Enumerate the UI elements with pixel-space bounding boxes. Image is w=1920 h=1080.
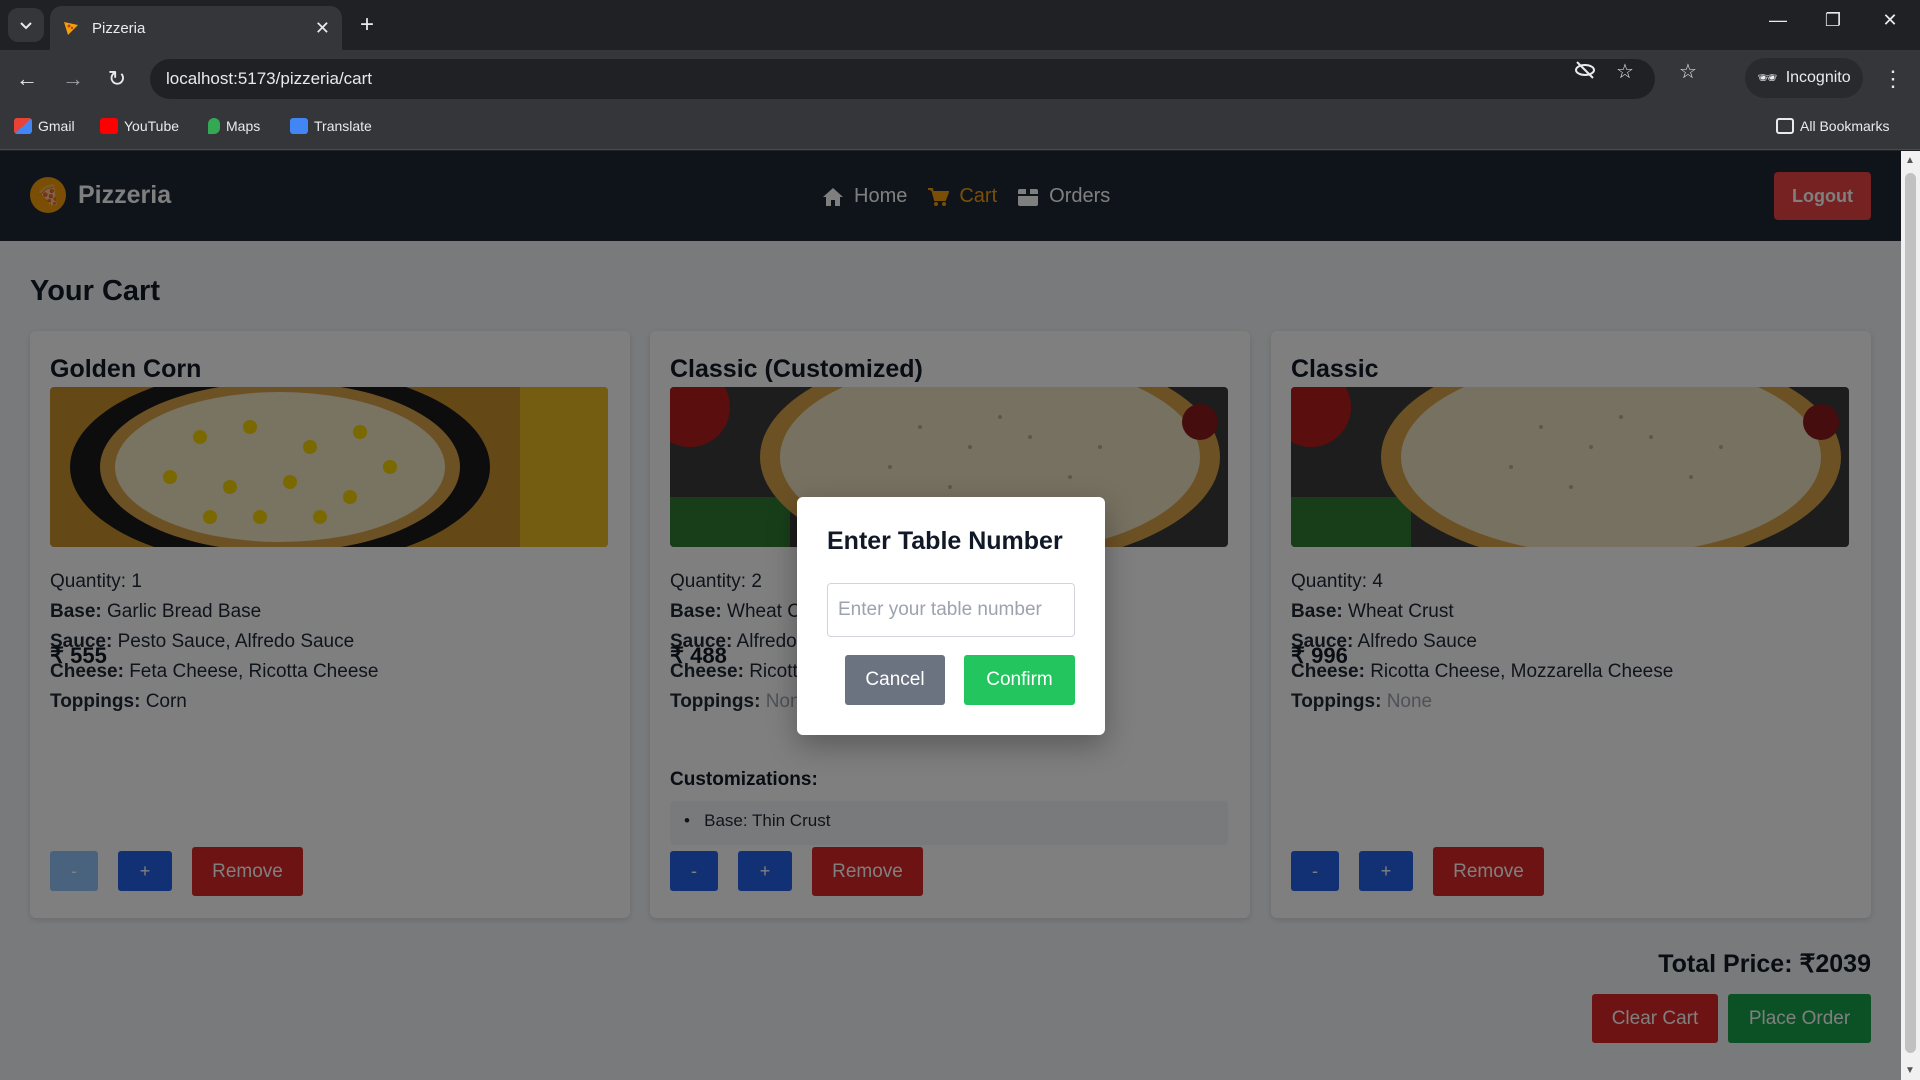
forward-button[interactable]: → bbox=[58, 64, 88, 94]
browser-tab[interactable]: Pizzeria ✕ bbox=[50, 6, 342, 50]
tab-title: Pizzeria bbox=[92, 19, 146, 37]
window-close-button[interactable]: ✕ bbox=[1870, 10, 1910, 31]
pizza-favicon-icon bbox=[64, 22, 78, 35]
reload-button[interactable]: ↻ bbox=[102, 64, 132, 94]
folder-icon bbox=[1776, 118, 1794, 134]
cancel-button[interactable]: Cancel bbox=[845, 655, 945, 705]
extensions-star-icon[interactable]: ☆ bbox=[1679, 59, 1697, 84]
incognito-icon: 🕶 bbox=[1757, 70, 1778, 87]
table-number-modal: Enter Table Number Cancel Confirm bbox=[797, 497, 1105, 735]
bookmark-translate[interactable]: Translate bbox=[290, 118, 372, 134]
page-scrollbar[interactable]: ▲ ▼ bbox=[1901, 151, 1920, 1080]
modal-overlay[interactable]: Enter Table Number Cancel Confirm bbox=[0, 151, 1901, 1080]
new-tab-button[interactable]: + bbox=[354, 11, 380, 38]
modal-title: Enter Table Number bbox=[827, 527, 1063, 555]
scroll-down-icon[interactable]: ▼ bbox=[1905, 1065, 1915, 1076]
restore-button[interactable]: ❐ bbox=[1813, 10, 1853, 31]
bookmark-maps[interactable]: Maps bbox=[208, 118, 260, 134]
bookmarks-bar: Gmail YouTube Maps Translate All Bookmar… bbox=[0, 108, 1920, 150]
scrollbar-thumb[interactable] bbox=[1905, 173, 1916, 1053]
browser-tabstrip: Pizzeria ✕ + — ❐ ✕ bbox=[0, 0, 1920, 50]
url-text: localhost:5173/pizzeria/cart bbox=[166, 69, 373, 88]
incognito-label: Incognito bbox=[1785, 69, 1851, 86]
maps-icon bbox=[208, 118, 220, 134]
translate-icon bbox=[290, 118, 308, 134]
gmail-icon bbox=[14, 118, 32, 134]
incognito-badge[interactable]: 🕶 Incognito bbox=[1745, 58, 1863, 98]
tab-close-icon[interactable]: ✕ bbox=[315, 18, 330, 39]
minimize-button[interactable]: — bbox=[1758, 10, 1798, 31]
youtube-icon bbox=[100, 118, 118, 134]
page-viewport: 🍕 Pizzeria Home Cart Orders Logout Your … bbox=[0, 151, 1901, 1080]
bookmark-gmail[interactable]: Gmail bbox=[14, 118, 75, 134]
menu-kebab-icon[interactable]: ⋮ bbox=[1878, 64, 1908, 94]
all-bookmarks[interactable]: All Bookmarks bbox=[1776, 118, 1889, 134]
browser-toolbar: ← → ↻ i localhost:5173/pizzeria/cart ☆ ☆… bbox=[0, 50, 1920, 315]
tab-search-button[interactable] bbox=[8, 8, 44, 42]
back-button[interactable]: ← bbox=[12, 64, 42, 94]
confirm-button[interactable]: Confirm bbox=[964, 655, 1075, 705]
scroll-up-icon[interactable]: ▲ bbox=[1905, 155, 1915, 166]
bookmark-youtube[interactable]: YouTube bbox=[100, 118, 179, 134]
address-bar[interactable]: i localhost:5173/pizzeria/cart bbox=[150, 59, 1655, 315]
bookmark-star-icon[interactable]: ☆ bbox=[1616, 59, 1634, 84]
eye-off-icon[interactable] bbox=[1574, 59, 1596, 87]
chevron-down-icon bbox=[20, 22, 32, 30]
table-number-input[interactable] bbox=[827, 583, 1075, 637]
